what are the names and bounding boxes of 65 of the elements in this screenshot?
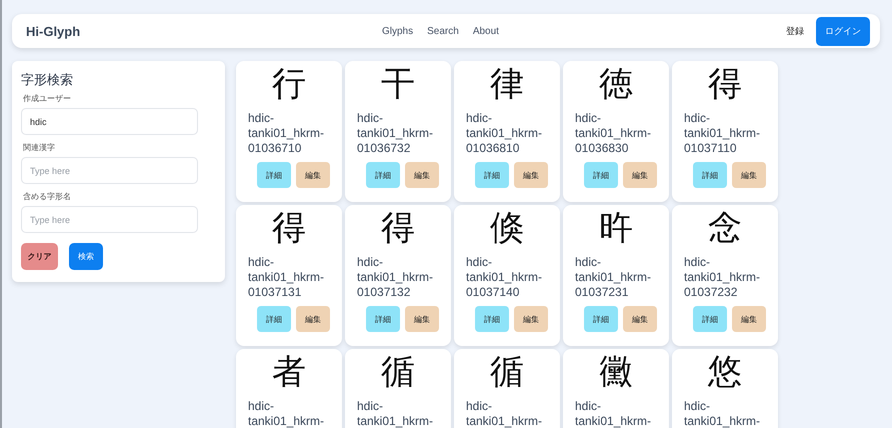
field-label: 含める字形名 [23,191,72,202]
glyph-image: 得 [707,63,743,105]
detail-button[interactable]: 詳細 [257,162,291,188]
nav-link[interactable]: Glyphs [382,26,414,36]
detail-button[interactable]: 詳細 [693,306,727,332]
detail-button[interactable]: 詳細 [366,162,400,188]
glyph-name: hdic-tanki01_hkrm-01037140 [466,255,544,300]
glyph-name: hdic-tanki01_hkrm-01037132 [357,255,434,300]
glyph-image: 循 [380,351,416,393]
brand-logo[interactable]: Hi-Glyph [26,24,382,38]
glyph-image: 倏 [489,207,525,249]
glyph-image: 黴 [598,351,634,393]
glyph-image: 干 [380,63,416,105]
search-button[interactable]: 検索 [69,243,103,270]
glyph-image: 旿 [598,207,634,249]
glyph-image: 悠 [706,351,743,393]
detail-button[interactable]: 詳細 [584,162,618,188]
glyph-name: hdic-tanki01_hkrm-01036830 [575,111,652,156]
login-button[interactable]: ログイン [816,16,870,46]
clear-button[interactable]: クリア [21,243,58,270]
nav-link[interactable]: About [472,26,499,36]
edit-button[interactable]: 編集 [732,162,766,188]
detail-button[interactable]: 詳細 [475,162,509,188]
panel-title: 字形検索 [21,71,74,89]
glyph-name: hdic-tanki01_hkrm-01036810 [466,111,544,156]
nav-link[interactable]: Search [427,26,459,36]
glyph-image: 念 [707,207,743,249]
glyph-image: 循 [489,351,525,393]
glyph-image: 者 [271,351,307,393]
glyph-name: hdic-tanki01_hkrm-01037131 [248,255,326,300]
input-field[interactable]: hdic [21,108,198,135]
glyph-name: hdic-tanki01_hkrm-01036710 [248,111,326,156]
glyph-image: 行 [271,63,307,105]
glyph-name: hdic-tanki01_hkrm-01036732 [357,111,434,156]
glyph-name: hdic-tanki01_hkrm- [357,399,434,428]
glyph-name: hdic-tanki01_hkrm- [248,399,326,428]
detail-button[interactable]: 詳細 [584,306,618,332]
edit-button[interactable]: 編集 [732,306,766,332]
edit-button[interactable]: 編集 [514,162,548,188]
glyph-image: 律 [489,63,525,105]
glyph-name: hdic-tanki01_hkrm-01037232 [684,255,762,300]
edit-button[interactable]: 編集 [296,162,330,188]
detail-button[interactable]: 詳細 [257,306,291,332]
glyph-name: hdic-tanki01_hkrm- [466,399,544,428]
edit-button[interactable]: 編集 [296,306,330,332]
glyph-name: hdic-tanki01_hkrm-01037231 [575,255,652,300]
edit-button[interactable]: 編集 [623,306,657,332]
detail-button[interactable]: 詳細 [693,162,727,188]
register-link[interactable]: 登録 [786,24,804,38]
field-label: 作成ユーザー [23,93,72,104]
glyph-image: 得 [380,207,416,249]
edit-button[interactable]: 編集 [623,162,657,188]
input-field[interactable]: Type here [21,157,198,184]
glyph-image: 徳 [598,63,634,105]
glyph-name: hdic-tanki01_hkrm- [575,399,652,428]
detail-button[interactable]: 詳細 [475,306,509,332]
glyph-image: 得 [271,207,307,249]
detail-button[interactable]: 詳細 [366,306,400,332]
edit-button[interactable]: 編集 [514,306,548,332]
field-label: 関連漢字 [23,142,56,153]
glyph-name: hdic-tanki01_hkrm- [684,399,762,428]
edit-button[interactable]: 編集 [405,306,439,332]
input-field[interactable]: Type here [21,206,198,233]
edit-button[interactable]: 編集 [405,162,439,188]
glyph-name: hdic-tanki01_hkrm-01037110 [684,111,762,156]
